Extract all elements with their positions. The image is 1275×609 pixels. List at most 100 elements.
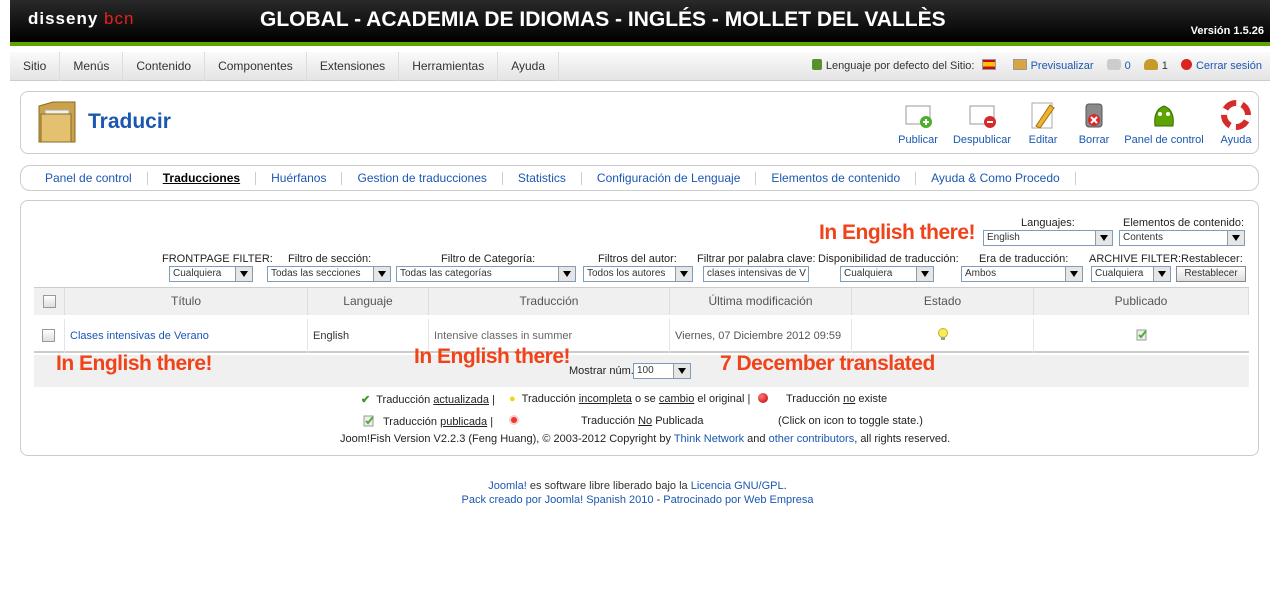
spain-flag-icon — [981, 59, 996, 70]
column-header-state[interactable]: Estado — [852, 288, 1034, 315]
red-dot-icon — [758, 393, 768, 403]
lightbulb-icon[interactable] — [937, 328, 948, 341]
languages-select[interactable]: English — [983, 230, 1113, 246]
menu-item-menus[interactable]: Menús — [60, 52, 124, 81]
row-checkbox[interactable] — [42, 329, 55, 342]
tab-gestion-de-traducciones[interactable]: Gestion de traducciones — [342, 172, 503, 185]
annotation-languages: In English there! — [819, 221, 976, 244]
lightbulb-icon: ● — [509, 393, 516, 405]
row-title-link[interactable]: Clases intensivas de Verano — [65, 319, 308, 353]
annotation-translation: In English there! — [414, 345, 571, 368]
availability-filter-label: Disponibilidad de traducción: — [818, 253, 959, 265]
column-header-translation[interactable]: Traducción — [429, 288, 670, 315]
users-count: 1 — [1161, 60, 1168, 72]
section-filter-select[interactable]: Todas las secciones — [267, 266, 391, 282]
row-state-cell — [852, 319, 1034, 353]
frontpage-filter-select[interactable]: Cualquiera — [169, 266, 253, 282]
page-title: Traducir — [88, 110, 171, 133]
think-network-link[interactable]: Think Network — [674, 433, 744, 445]
page-footer: Joomla! es software libre liberado bajo … — [0, 479, 1275, 507]
version-label: Versión 1.5.26 — [1190, 25, 1264, 37]
delete-button[interactable]: Borrar — [1073, 100, 1115, 146]
section-filter-label: Filtro de sección: — [288, 253, 372, 265]
menu-item-sitio[interactable]: Sitio — [10, 52, 61, 81]
menu-item-contenido[interactable]: Contenido — [123, 52, 206, 81]
pagination-bar: Mostrar núm. 100 — [34, 355, 1249, 387]
select-all-checkbox[interactable] — [43, 295, 56, 308]
section-filter-value: Todas las secciones — [271, 268, 361, 279]
trash-icon — [1085, 103, 1103, 128]
site-header: disseny bcn GLOBAL - ACADEMIA DE IDIOMAS… — [10, 0, 1270, 46]
tab-traducciones[interactable]: Traducciones — [148, 172, 257, 185]
chevron-down-icon — [675, 267, 692, 281]
tab-configuracion-de-lenguaje[interactable]: Configuración de Lenguaje — [582, 172, 757, 185]
legend-text: Publicada — [655, 415, 704, 427]
languages-value: English — [987, 232, 1020, 243]
reset-button[interactable]: Restablecer — [1176, 266, 1246, 282]
license-link[interactable]: Licencia GNU/GPL — [691, 480, 784, 492]
menu-item-extensiones[interactable]: Extensiones — [307, 52, 400, 81]
menu-item-herramientas[interactable]: Herramientas — [399, 52, 499, 81]
other-contributors-link[interactable]: other contributors — [769, 433, 855, 445]
translate-folder-icon — [38, 101, 76, 143]
show-num-label: Mostrar núm. — [569, 365, 634, 377]
control-panel-button[interactable]: Panel de control — [1123, 100, 1205, 146]
default-lang-label: Lenguaje por defecto del Sitio: — [825, 60, 975, 72]
content-elements-select[interactable]: Contents — [1119, 230, 1245, 246]
legend-text: cambio — [658, 393, 695, 405]
main-menu-bar: Sitio Menús Contenido Componentes Extens… — [10, 52, 1270, 81]
edit-button[interactable]: Editar — [1023, 100, 1063, 146]
joomla-spanish-link[interactable]: Pack creado por Joomla! Spanish 2010 — [461, 494, 653, 506]
category-filter-select[interactable]: Todas las categorías — [396, 266, 576, 282]
tab-ayuda-como-procedo[interactable]: Ayuda & Como Procedo — [916, 172, 1076, 185]
unpublish-icon — [969, 105, 996, 128]
control-panel-icon — [1154, 105, 1174, 127]
annotation-title: In English there! — [56, 352, 213, 375]
language-icon — [811, 59, 822, 70]
published-doc-icon[interactable] — [1136, 329, 1148, 341]
column-header-last-modified[interactable]: Última modificación — [670, 288, 852, 315]
chevron-down-icon — [673, 364, 690, 378]
menu-item-componentes[interactable]: Componentes — [205, 52, 307, 81]
tab-panel-de-control[interactable]: Panel de control — [30, 172, 148, 185]
era-filter-select[interactable]: Ambos — [961, 266, 1083, 282]
unpublish-button[interactable]: Despublicar — [949, 100, 1015, 146]
publish-button[interactable]: Publicar — [891, 100, 945, 146]
messages-link[interactable]: 0 — [1106, 52, 1131, 81]
column-header-published[interactable]: Publicado — [1034, 288, 1249, 315]
chevron-down-icon — [558, 267, 575, 281]
keyword-filter-value: clases intensivas de V — [707, 268, 806, 279]
legend-text: | — [490, 416, 494, 428]
availability-filter-select[interactable]: Cualquiera — [840, 266, 934, 282]
tab-statistics[interactable]: Statistics — [503, 172, 582, 185]
unpublished-icon — [509, 415, 519, 425]
logo-main: disseny — [28, 9, 99, 28]
column-header-title[interactable]: Título — [65, 288, 308, 315]
joomla-link[interactable]: Joomla! — [488, 480, 527, 492]
show-num-select[interactable]: 100 — [633, 363, 691, 379]
chevron-down-icon — [373, 267, 390, 281]
keyword-filter-label: Filtrar por palabra clave: — [697, 253, 816, 265]
web-empresa-link[interactable]: Patrocinado por Web Empresa — [663, 494, 813, 506]
pencil-icon — [1031, 102, 1055, 129]
legend-text: Traducción — [521, 393, 576, 405]
category-filter-label: Filtro de Categoría: — [441, 253, 536, 265]
author-filter-value: Todos los autores — [587, 268, 666, 279]
keyword-filter-input[interactable]: clases intensivas de V — [703, 266, 809, 282]
tab-huerfanos[interactable]: Huérfanos — [256, 172, 343, 185]
preview-label: Previsualizar — [1030, 60, 1094, 72]
tab-elementos-de-contenido[interactable]: Elementos de contenido — [756, 172, 917, 185]
archive-filter-select[interactable]: Cualquiera — [1091, 266, 1171, 282]
published-doc-icon — [363, 415, 374, 427]
category-filter-value: Todas las categorías — [400, 268, 492, 279]
translations-panel: Languajes: English Elementos de contenid… — [20, 200, 1259, 456]
copyright-text: , all rights reserved. — [854, 433, 951, 445]
reset-label: Restablecer: — [1181, 253, 1243, 265]
column-header-language[interactable]: Languaje — [308, 288, 429, 315]
author-filter-select[interactable]: Todos los autores — [583, 266, 693, 282]
menu-item-ayuda[interactable]: Ayuda — [498, 52, 560, 81]
footer-text: - — [656, 494, 661, 506]
preview-link[interactable]: Previsualizar — [1012, 52, 1094, 81]
help-button[interactable]: Ayuda — [1215, 100, 1257, 146]
logout-link[interactable]: Cerrar sesión — [1180, 52, 1262, 81]
